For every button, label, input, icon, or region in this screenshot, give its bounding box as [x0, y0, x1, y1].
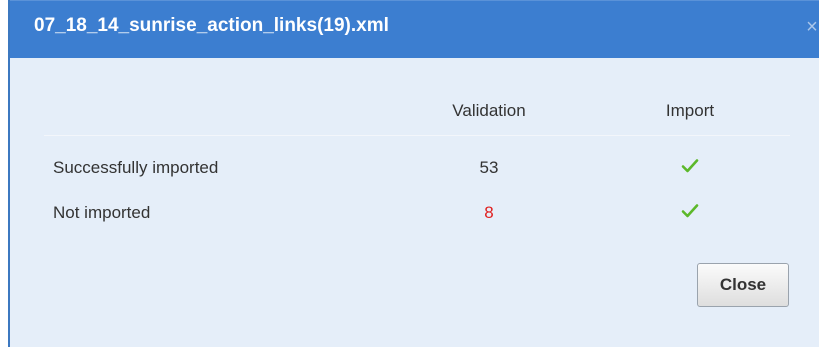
close-button[interactable]: Close — [697, 263, 789, 307]
row-label-not-imported: Not imported — [53, 203, 151, 222]
validation-count-successfully-imported: 53 — [479, 158, 499, 177]
row-label-successfully-imported: Successfully imported — [53, 158, 219, 177]
column-header-import: Import — [665, 101, 715, 120]
import-result-dialog: 07_18_14_sunrise_action_links(19).xml × … — [8, 0, 819, 347]
column-header-validation: Validation — [452, 101, 526, 120]
dialog-title: 07_18_14_sunrise_action_links(19).xml — [34, 15, 389, 36]
validation-count-not-imported: 8 — [484, 203, 494, 222]
check-icon — [645, 203, 735, 223]
dialog-header: 07_18_14_sunrise_action_links(19).xml × — [10, 0, 819, 59]
dialog-body: Validation Import Successfully imported … — [10, 58, 819, 347]
check-icon — [645, 158, 735, 178]
close-icon[interactable]: × — [805, 17, 819, 37]
header-divider — [44, 135, 790, 136]
